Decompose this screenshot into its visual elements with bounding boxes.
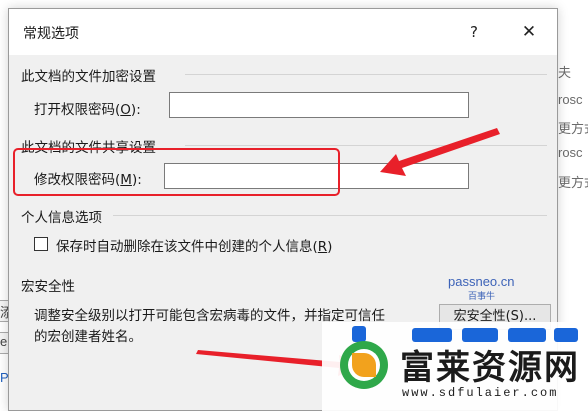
watermark-logo: 富莱资源网 www.sdfulaier.com	[322, 322, 588, 411]
logo-mark-icon	[340, 341, 388, 389]
watermark-site: passneo.cn	[448, 274, 515, 289]
watermark-sub: 百事牛	[468, 292, 496, 302]
logo-text: 富莱资源网	[400, 348, 580, 388]
annotation-arrow	[380, 128, 500, 176]
logo-url: www.sdfulaier.com	[402, 386, 559, 400]
